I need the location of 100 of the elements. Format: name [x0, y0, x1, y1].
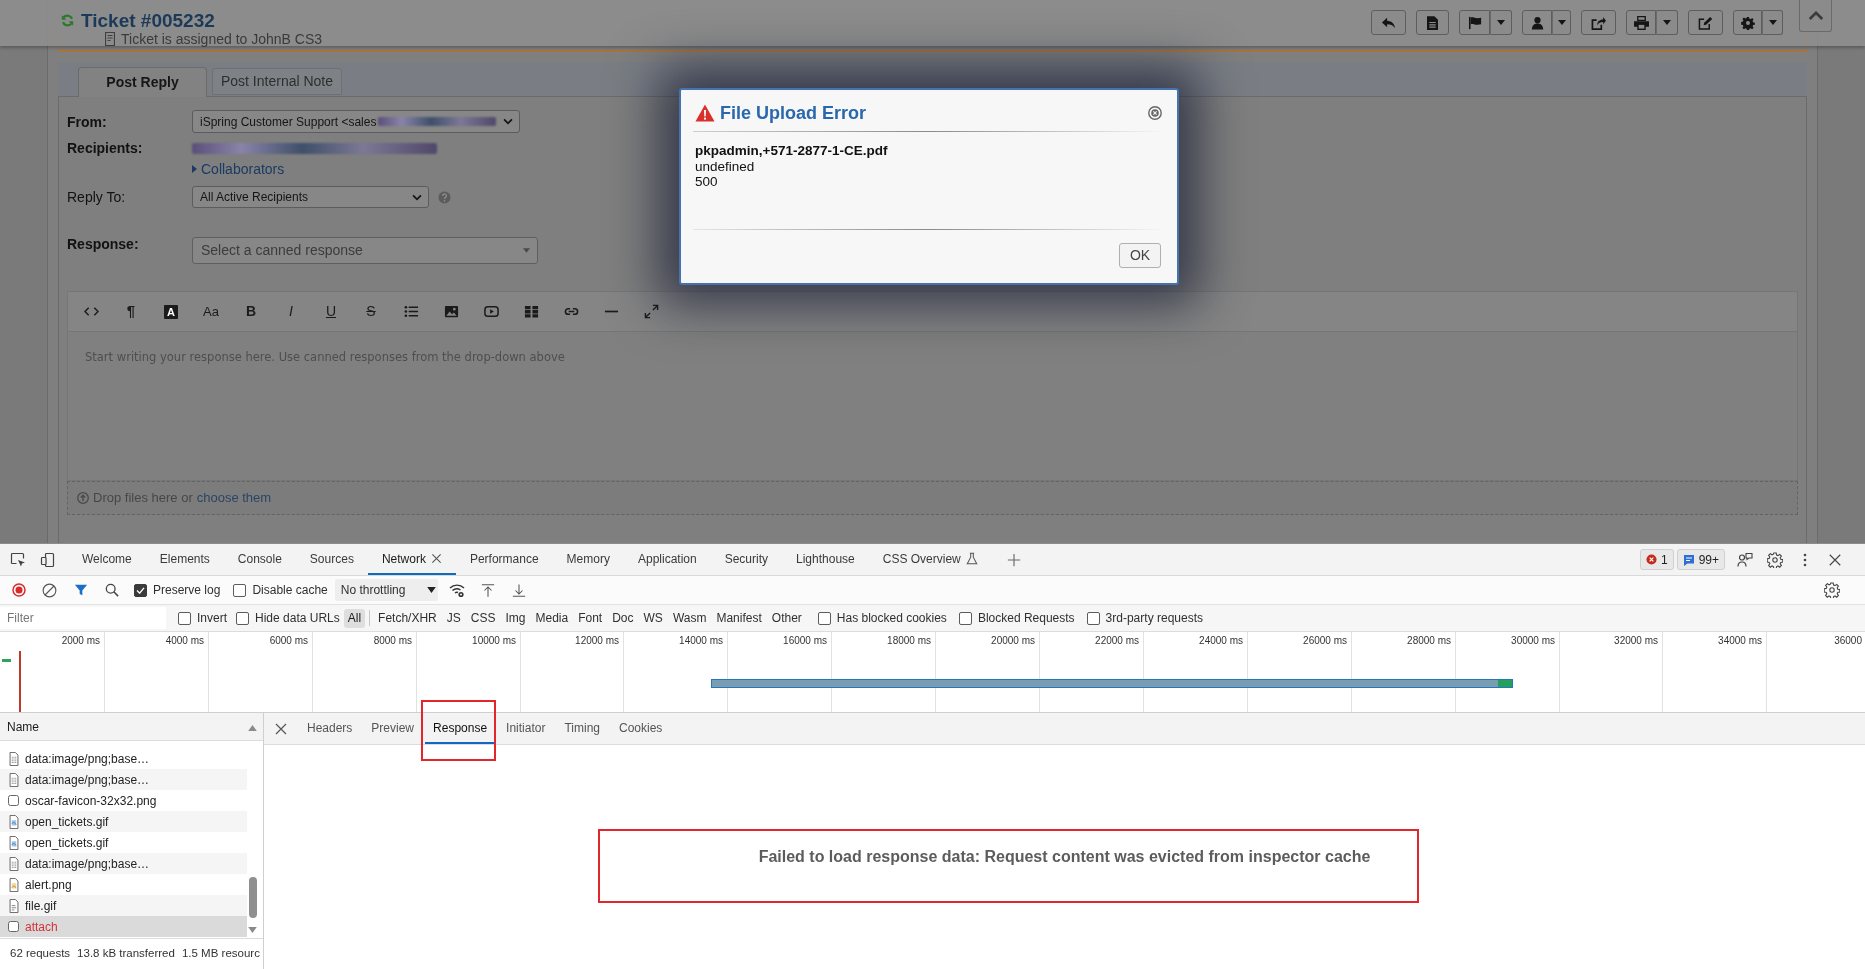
error-detail-text: 500	[695, 174, 719, 190]
checkbox[interactable]	[233, 583, 247, 597]
field-label: Recipients:	[67, 140, 144, 156]
panel-tab[interactable]: Console	[223, 544, 296, 575]
close-button[interactable]	[1147, 105, 1162, 121]
select-field[interactable]: iSpring Customer Support <sales	[192, 110, 520, 133]
panel-tab[interactable]: Security	[710, 544, 783, 575]
tab[interactable]: Post Reply	[78, 67, 207, 97]
dropdown-button[interactable]	[1656, 10, 1678, 35]
tick-label: 14000 ms	[679, 635, 723, 647]
kebab-menu-icon	[1803, 552, 1807, 567]
request-row[interactable]: attach	[0, 916, 247, 937]
type-filter-button[interactable]: CSS	[466, 608, 500, 628]
message-icon	[1682, 553, 1695, 566]
pencil-box-icon	[1698, 15, 1713, 30]
panel-tab[interactable]: Welcome	[68, 544, 146, 575]
message-count-button[interactable]: 99+	[1676, 549, 1725, 570]
detail-tab[interactable]: Timing	[556, 713, 608, 744]
checkbox[interactable]	[236, 611, 249, 625]
dropdown-button[interactable]	[1552, 10, 1571, 35]
checkbox-label: Has blocked cookies	[836, 610, 947, 627]
document-icon	[8, 856, 19, 871]
text-color-button[interactable]: A	[164, 304, 178, 319]
note-icon	[105, 32, 115, 46]
tick-label: 2000 ms	[61, 635, 100, 647]
upload-icon	[77, 492, 89, 504]
type-filter-button[interactable]: Media	[531, 608, 573, 628]
underline-button[interactable]: U	[311, 291, 351, 332]
field-label: From:	[67, 113, 108, 130]
panel-tab[interactable]: Sources	[295, 544, 368, 575]
select-field[interactable]: All Active Recipients	[192, 186, 429, 208]
reply-arrow-icon	[1381, 15, 1396, 30]
ok-button[interactable]: OK	[1119, 243, 1161, 268]
panel-tab[interactable]: CSS Overview	[868, 544, 992, 575]
scrollbar-thumb[interactable]	[249, 877, 257, 918]
reply-button[interactable]	[1371, 10, 1406, 35]
gear-icon	[1767, 551, 1783, 568]
panel-tab[interactable]: Application	[623, 544, 711, 575]
type-filter-button[interactable]: Font	[574, 608, 607, 628]
checkbox[interactable]	[817, 611, 831, 625]
request-row[interactable]: data:image/png;base…	[0, 769, 247, 790]
blank-file-icon	[8, 795, 19, 806]
detail-tab[interactable]: Headers	[299, 713, 361, 744]
request-row[interactable]: data:image/png;base…	[0, 853, 247, 874]
warning-icon	[695, 104, 715, 122]
person-bubble-icon	[1737, 551, 1753, 568]
type-filter-button[interactable]: Manifest	[712, 608, 766, 628]
share-button[interactable]	[1581, 10, 1616, 35]
document-button[interactable]	[1416, 10, 1449, 35]
download-arrow-icon	[512, 582, 527, 598]
type-filter-button[interactable]: Doc	[608, 608, 638, 628]
paragraph-button[interactable]: ¶	[111, 291, 151, 332]
detail-tab[interactable]: Response	[425, 713, 496, 744]
tick-label: 32000 ms	[1614, 635, 1658, 647]
field-label: Response:	[67, 236, 140, 252]
edit-button[interactable]	[1688, 10, 1723, 35]
dropdown-button[interactable]	[1490, 10, 1512, 35]
dropdown-button[interactable]	[1762, 10, 1783, 35]
print-button[interactable]	[1626, 10, 1656, 35]
panel-tab[interactable]: Memory	[552, 544, 624, 575]
font-size-button[interactable]: Aa	[191, 291, 231, 332]
type-filter-button[interactable]: JS	[442, 608, 465, 628]
checkbox[interactable]	[134, 583, 147, 597]
error-count-button[interactable]: 1	[1639, 549, 1674, 570]
strikethrough-button[interactable]: S	[351, 291, 391, 332]
italic-button[interactable]: I	[271, 291, 311, 332]
type-filter-button[interactable]: Img	[501, 608, 530, 628]
detail-tab[interactable]: Cookies	[611, 713, 671, 744]
panel-tab[interactable]: Lighthouse	[782, 544, 869, 575]
panel-tab[interactable]: Performance	[455, 544, 553, 575]
type-filter-button[interactable]: Other	[767, 608, 806, 628]
filter-input[interactable]: Filter	[0, 607, 166, 629]
search-icon	[104, 583, 119, 597]
bold-button[interactable]: B	[231, 291, 271, 332]
scroll-to-top-button[interactable]	[1799, 0, 1832, 32]
settings-button[interactable]	[1733, 10, 1762, 35]
request-row[interactable]: open_tickets.gif	[0, 811, 247, 832]
type-filter-button[interactable]: All	[343, 608, 366, 628]
flag-button[interactable]	[1459, 10, 1490, 35]
type-filter-button[interactable]: Wasm	[668, 608, 711, 628]
type-filter-button[interactable]: WS	[639, 608, 667, 628]
detail-tab[interactable]: Initiator	[498, 713, 554, 744]
column-header[interactable]: Name	[0, 713, 263, 741]
caret-icon	[523, 248, 530, 253]
checkbox[interactable]	[178, 611, 191, 625]
type-filter-button[interactable]: Fetch/XHR	[374, 608, 441, 628]
tick-label: 8000 ms	[373, 635, 412, 647]
detail-tab[interactable]: Preview	[363, 713, 423, 744]
flag-icon	[1467, 15, 1482, 30]
panel-tab[interactable]: Elements	[145, 544, 224, 575]
request-row[interactable]: file.gif	[0, 895, 247, 916]
document-icon	[8, 772, 19, 787]
checkbox[interactable]	[958, 611, 972, 625]
tab[interactable]: Post Internal Note	[212, 68, 342, 95]
checkbox[interactable]	[1086, 611, 1100, 625]
throttling-select[interactable]: No throttling	[334, 579, 438, 601]
user-button[interactable]	[1522, 10, 1552, 35]
tick-label: 26000 ms	[1303, 635, 1347, 647]
caret-icon	[1497, 20, 1505, 25]
cursor-box-icon	[10, 551, 26, 568]
